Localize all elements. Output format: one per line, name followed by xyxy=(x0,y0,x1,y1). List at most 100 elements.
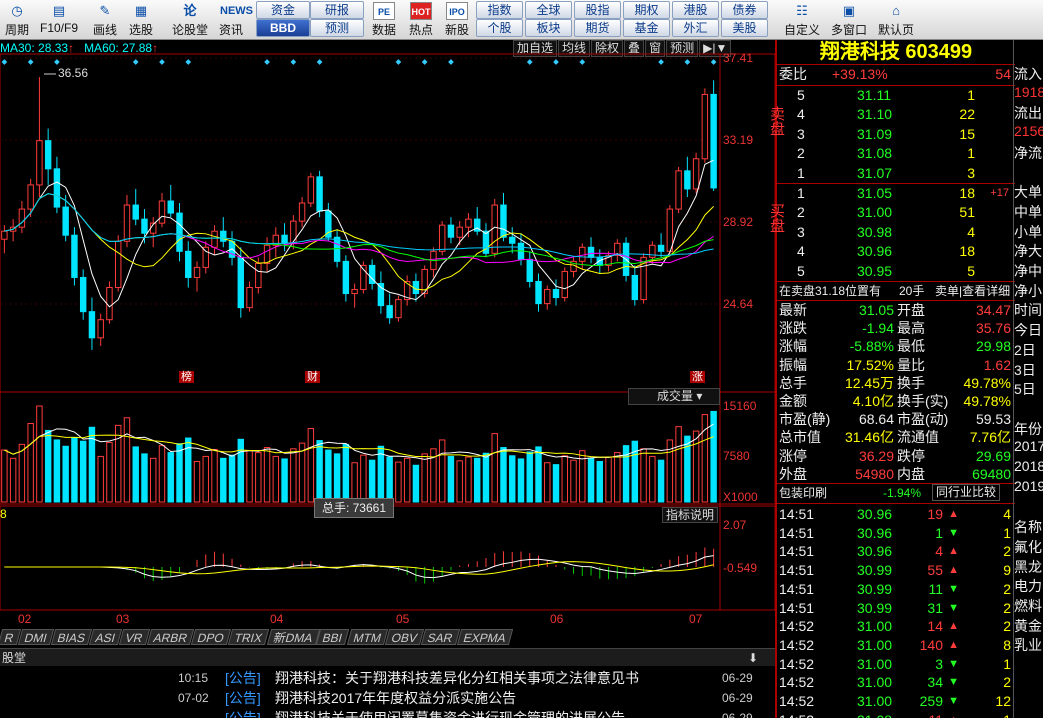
candle-body[interactable] xyxy=(692,158,700,190)
asks-row[interactable]: 3 31.09 15 xyxy=(777,125,1015,144)
volume-bar[interactable] xyxy=(587,457,595,503)
volume-bar[interactable] xyxy=(526,451,533,503)
candle-body[interactable] xyxy=(211,230,218,248)
candle-body[interactable] xyxy=(351,289,358,295)
volume-bar[interactable] xyxy=(53,439,61,503)
volume-bar[interactable] xyxy=(141,453,148,503)
volume-bar[interactable] xyxy=(123,417,131,503)
candle-body[interactable] xyxy=(36,140,43,186)
toolbar-button-6[interactable]: PE 数据 xyxy=(367,0,401,40)
side-item[interactable]: 大单 xyxy=(1014,182,1043,202)
toolbar-tab-3[interactable]: 预测 xyxy=(310,19,364,37)
industry-name[interactable]: 包装印刷 xyxy=(779,484,827,503)
volume-bar[interactable] xyxy=(246,450,253,503)
bids-row[interactable]: 1 31.05 18 +17 xyxy=(777,184,1015,203)
candle-body[interactable] xyxy=(44,140,52,170)
candle-body[interactable] xyxy=(587,246,595,258)
toolbar-tab-1[interactable]: 研报 xyxy=(310,1,364,19)
news-row[interactable]: 07-02 [公告] 翔港科技2017年年度权益分派实施公告 06-29 xyxy=(0,688,775,708)
volume-bar[interactable] xyxy=(298,442,306,503)
volume-bar[interactable] xyxy=(114,424,122,503)
volume-bar[interactable] xyxy=(193,460,201,503)
volume-bar[interactable] xyxy=(211,448,218,503)
candle-body[interactable] xyxy=(237,256,245,309)
candle-body[interactable] xyxy=(561,270,568,299)
volume-selector[interactable]: 成交量 ▾ xyxy=(628,388,720,405)
volume-bar[interactable] xyxy=(220,457,227,503)
candle-body[interactable] xyxy=(456,226,463,238)
event-marker[interactable] xyxy=(553,59,559,65)
candle-body[interactable] xyxy=(167,200,174,214)
volume-bar[interactable] xyxy=(325,449,332,503)
candle-body[interactable] xyxy=(438,224,446,252)
volume-bar[interactable] xyxy=(491,433,498,503)
candle-body[interactable] xyxy=(333,236,341,262)
indicator-tab[interactable]: EXPMA xyxy=(456,629,514,645)
event-marker[interactable] xyxy=(27,59,34,65)
asks-row[interactable]: 4 31.10 22 xyxy=(777,105,1015,124)
volume-bar[interactable] xyxy=(456,460,463,503)
volume-bar[interactable] xyxy=(649,455,656,503)
toolbar-button-3[interactable]: ▦ 选股 xyxy=(124,0,158,40)
market-tab[interactable]: 美股 xyxy=(721,19,768,37)
volume-bar[interactable] xyxy=(255,452,262,503)
candle-body[interactable] xyxy=(281,234,288,244)
candle-body[interactable] xyxy=(1,230,8,240)
candle-body[interactable] xyxy=(263,244,271,264)
bids-row[interactable]: 4 30.96 18 xyxy=(777,242,1015,261)
indicator-tab[interactable]: VR xyxy=(119,629,151,645)
candle-body[interactable] xyxy=(701,93,709,160)
volume-bar[interactable] xyxy=(27,422,34,503)
side-item[interactable]: 净小 xyxy=(1014,281,1043,301)
volume-bar[interactable] xyxy=(106,441,113,503)
event-marker[interactable] xyxy=(710,59,717,65)
market-tab[interactable]: 板块 xyxy=(525,19,572,37)
market-tab[interactable]: 期货 xyxy=(574,19,621,37)
kline-chart[interactable] xyxy=(0,40,775,630)
volume-bar[interactable] xyxy=(395,461,402,503)
volume-bar[interactable] xyxy=(412,464,420,503)
toolbar-button-8[interactable]: IPO 新股 xyxy=(440,0,474,40)
side-item[interactable]: 净大 xyxy=(1014,241,1043,261)
side-item[interactable]: 流入 xyxy=(1014,64,1043,84)
asks-row[interactable]: 1 31.07 3 xyxy=(777,164,1015,183)
volume-bar[interactable] xyxy=(544,462,551,503)
candle-body[interactable] xyxy=(176,212,183,252)
side-item[interactable]: 乳业 xyxy=(1014,635,1043,655)
side-item[interactable]: 2日 xyxy=(1014,340,1043,360)
side-item[interactable]: 中单 xyxy=(1014,202,1043,222)
event-marker[interactable] xyxy=(579,59,586,65)
candle-body[interactable] xyxy=(684,170,691,190)
volume-bar[interactable] xyxy=(290,448,297,503)
side-item[interactable]: 1918 xyxy=(1014,84,1043,100)
candle-body[interactable] xyxy=(123,204,131,242)
volume-bar[interactable] xyxy=(79,440,87,503)
toolbar-button-2[interactable]: ✎ 画线 xyxy=(88,0,122,40)
candle-body[interactable] xyxy=(114,240,122,289)
event-marker[interactable] xyxy=(159,59,165,65)
candle-body[interactable] xyxy=(465,218,472,228)
volume-bar[interactable] xyxy=(482,452,490,503)
indicator-tab[interactable]: ASI xyxy=(88,629,123,645)
candle-body[interactable] xyxy=(255,262,262,289)
news-row[interactable]: [公告] 翔港科技关于使用闲置募集资金进行现金管理的进展公告 06-29 xyxy=(0,708,775,718)
side-item[interactable]: 流出 xyxy=(1014,103,1043,123)
candle-body[interactable] xyxy=(246,287,253,309)
volume-bar[interactable] xyxy=(307,428,315,503)
candle-body[interactable] xyxy=(88,311,96,339)
candle-body[interactable] xyxy=(509,236,516,244)
candle-body[interactable] xyxy=(202,246,209,268)
volume-bar[interactable] xyxy=(692,430,700,503)
candle-body[interactable] xyxy=(675,170,682,210)
event-marker[interactable] xyxy=(395,59,402,65)
tag-finance-badge[interactable]: 财 xyxy=(305,371,320,383)
volume-bar[interactable] xyxy=(202,455,209,503)
market-tab[interactable]: 港股 xyxy=(672,1,719,19)
asks-row[interactable]: 5 31.11 1 xyxy=(777,86,1015,105)
candle-body[interactable] xyxy=(526,258,533,282)
indicator-tab[interactable]: TRIX xyxy=(228,629,270,645)
volume-bar[interactable] xyxy=(18,443,26,503)
candle-body[interactable] xyxy=(27,184,34,210)
side-item[interactable]: 电力 xyxy=(1014,576,1043,596)
volume-bar[interactable] xyxy=(360,454,367,503)
